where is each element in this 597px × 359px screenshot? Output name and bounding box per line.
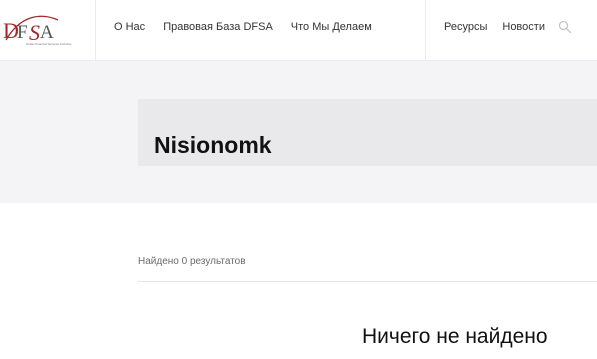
main-nav: О Нас Правовая База DFSA Что Мы Делаем xyxy=(114,21,390,33)
nav-item-legal-base[interactable]: Правовая База DFSA xyxy=(163,21,273,33)
nav-item-what-we-do[interactable]: Что Мы Делаем xyxy=(291,21,372,33)
nav-divider xyxy=(425,0,426,60)
nav-item-resources[interactable]: Ресурсы xyxy=(444,21,487,33)
page-hero: Nisionomk xyxy=(0,61,597,203)
results-count: Найдено 0 результатов xyxy=(138,256,246,267)
secondary-nav: Ресурсы Новости xyxy=(444,21,560,33)
dfsa-logo-icon: D F S A Dubai Financial Services Authori… xyxy=(3,15,72,46)
page-title: Nisionomk xyxy=(154,132,272,159)
results-divider xyxy=(138,281,597,282)
svg-text:Dubai Financial Services Autho: Dubai Financial Services Authority xyxy=(26,42,72,46)
svg-text:A: A xyxy=(40,22,54,43)
title-box: Nisionomk xyxy=(138,99,597,166)
search-icon[interactable] xyxy=(558,20,572,34)
site-header: D F S A Dubai Financial Services Authori… xyxy=(0,0,597,61)
logo[interactable]: D F S A Dubai Financial Services Authori… xyxy=(0,0,96,60)
svg-text:F: F xyxy=(17,22,28,43)
nav-item-news[interactable]: Новости xyxy=(502,21,545,33)
empty-results-message: Ничего не найдено xyxy=(362,325,548,348)
nav-item-about[interactable]: О Нас xyxy=(114,21,145,33)
